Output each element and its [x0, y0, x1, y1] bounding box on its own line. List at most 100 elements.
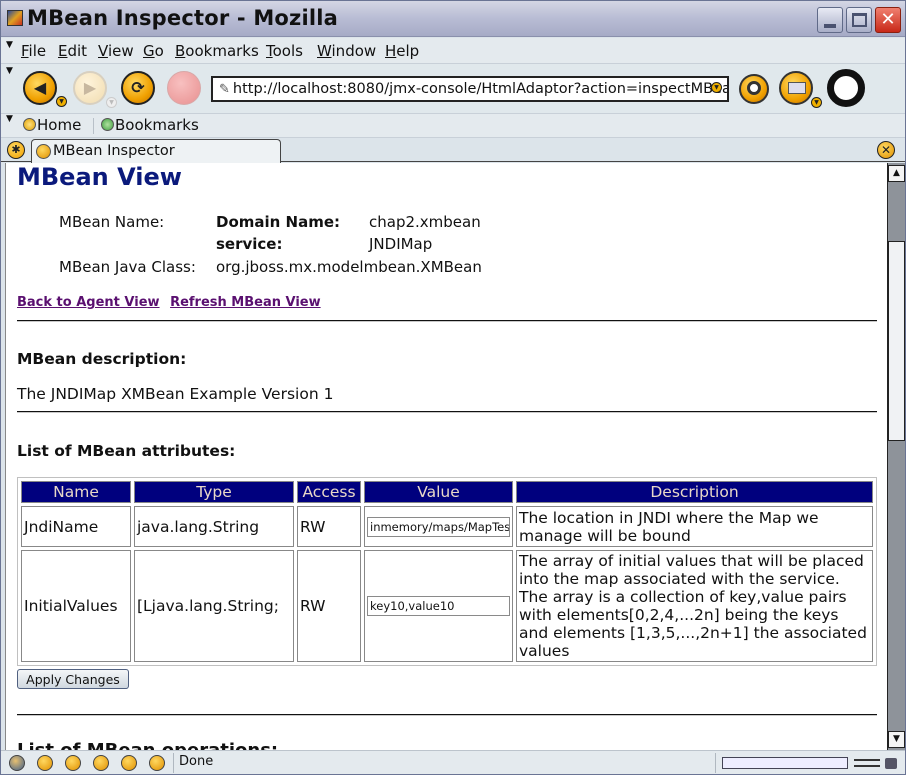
page-proxy-icon: ✎ [219, 82, 230, 97]
menu-go[interactable]: Go [143, 42, 164, 60]
toolbar-grip-icon[interactable]: ▼ [6, 66, 13, 76]
maximize-icon [852, 13, 867, 27]
toolbar-grip-icon[interactable]: ▼ [6, 40, 13, 50]
navigation-toolbar: ▼ ◀ ▼ ▶ ▼ ⟳ ✎ http://localhost:8080/jmx-c… [1, 64, 905, 114]
menu-help[interactable]: Help [385, 42, 419, 60]
menu-view[interactable]: View [98, 42, 134, 60]
throbber-icon[interactable] [827, 69, 865, 107]
close-tab-icon: ✕ [880, 143, 892, 157]
description-heading: MBean description: [17, 350, 187, 368]
menu-window[interactable]: Window [317, 42, 376, 60]
jndiname-value-input[interactable] [367, 516, 510, 537]
personal-toolbar: ▼ Home Bookmarks [1, 114, 905, 138]
composer-icon[interactable] [65, 755, 81, 771]
scroll-up-button[interactable]: ▲ [888, 165, 905, 182]
tab-mbean-inspector[interactable]: MBean Inspector [31, 139, 281, 163]
print-dropdown[interactable]: ▼ [811, 97, 822, 108]
printer-icon [788, 82, 806, 94]
url-input[interactable]: ✎ http://localhost:8080/jmx-console/HtmlA… [211, 76, 729, 102]
attr-type: [Ljava.lang.String; [134, 550, 294, 662]
close-window-button[interactable]: ✕ [875, 7, 901, 33]
back-to-agent-view-link[interactable]: Back to Agent View [17, 295, 160, 310]
bookmarks-button[interactable]: Bookmarks [101, 116, 199, 134]
menu-accel: W [317, 42, 332, 60]
domain-name-value: chap2.xmbean [369, 213, 481, 231]
column-header-value: Value [364, 481, 513, 503]
tab-bar: ✱ MBean Inspector ✕ [1, 138, 905, 163]
table-header-row: Name Type Access Value Description [21, 481, 873, 503]
menu-label: dit [67, 42, 88, 60]
menu-accel: F [21, 42, 29, 60]
apply-changes-button[interactable]: Apply Changes [17, 669, 129, 689]
menu-label: ools [272, 42, 303, 60]
scrollbar-thumb[interactable] [888, 241, 905, 441]
url-text: http://localhost:8080/jmx-console/HtmlAd… [232, 81, 729, 97]
title-bar[interactable]: MBean Inspector - Mozilla ✕ [1, 1, 905, 37]
view-links: Back to Agent View Refresh MBean View [17, 295, 327, 310]
toolbar-grip-icon[interactable]: ▼ [6, 114, 13, 124]
back-button[interactable]: ◀ [23, 71, 57, 105]
reload-button[interactable]: ⟳ [121, 71, 155, 105]
attributes-heading: List of MBean attributes: [17, 442, 236, 460]
toolbar-separator [93, 118, 94, 134]
security-lock-icon[interactable] [885, 758, 897, 769]
bookmarks-label: Bookmarks [115, 116, 199, 134]
back-history-dropdown[interactable]: ▼ [56, 96, 67, 107]
menu-edit[interactable]: Edit [58, 42, 87, 60]
home-label: Home [37, 116, 82, 134]
menu-file[interactable]: File [21, 42, 46, 60]
url-history-dropdown[interactable]: ▼ [711, 82, 722, 93]
menu-tools[interactable]: Tools [266, 42, 303, 60]
divider [17, 320, 877, 322]
operations-heading: List of MBean operations: [17, 740, 278, 750]
menu-label: iew [107, 42, 134, 60]
menu-bookmarks[interactable]: Bookmarks [175, 42, 259, 60]
mbean-name-label: MBean Name: [59, 213, 165, 231]
menu-label: elp [396, 42, 420, 60]
attr-value-cell [364, 550, 513, 662]
calendar-icon[interactable] [121, 755, 137, 771]
stop-button[interactable] [167, 71, 201, 105]
table-row: InitialValues [Ljava.lang.String; RW The… [21, 550, 873, 662]
initialvalues-value-input[interactable] [367, 596, 510, 616]
forward-history-dropdown[interactable]: ▼ [106, 97, 117, 108]
home-button[interactable]: Home [23, 116, 81, 134]
close-tab-button[interactable]: ✕ [877, 141, 895, 159]
java-class-label: MBean Java Class: [59, 258, 196, 276]
menu-bar: ▼ File Edit View Go Bookmarks Tools Wind… [1, 38, 905, 64]
attr-access: RW [297, 550, 361, 662]
vertical-scrollbar[interactable]: ▲ ▼ [887, 163, 905, 750]
domain-name-label: Domain Name: [216, 213, 341, 231]
menu-label: ookmarks [185, 42, 259, 60]
print-button[interactable] [779, 71, 813, 105]
scroll-down-button[interactable]: ▼ [888, 731, 905, 748]
new-tab-icon: ✱ [11, 143, 21, 156]
chat-icon[interactable] [149, 755, 165, 771]
minimize-button[interactable] [817, 7, 843, 33]
mail-icon[interactable] [37, 755, 53, 771]
column-header-type: Type [134, 481, 294, 503]
service-value: JNDIMap [369, 235, 433, 253]
refresh-mbean-view-link[interactable]: Refresh MBean View [170, 295, 321, 310]
attr-description: The location in JNDI where the Map we ma… [516, 506, 873, 547]
page-title: MBean View [17, 163, 182, 191]
attr-description: The array of initial values that will be… [516, 550, 873, 662]
window-title: MBean Inspector - Mozilla [27, 6, 339, 30]
maximize-button[interactable] [846, 7, 872, 33]
search-button[interactable] [739, 74, 769, 104]
menu-accel: H [385, 42, 397, 60]
column-header-access: Access [297, 481, 361, 503]
new-tab-button[interactable]: ✱ [7, 141, 25, 159]
forward-button[interactable]: ▶ [73, 71, 107, 105]
navigator-icon[interactable] [9, 755, 25, 771]
status-separator [715, 753, 716, 773]
menu-accel: G [143, 42, 155, 60]
address-book-icon[interactable] [93, 755, 109, 771]
java-class-value: org.jboss.mx.modelmbean.XMBean [216, 258, 482, 276]
online-status-icon[interactable] [854, 759, 880, 767]
attr-access: RW [297, 506, 361, 547]
tab-favicon-icon [36, 144, 51, 159]
attr-value-cell [364, 506, 513, 547]
status-separator [173, 753, 174, 773]
page-content: MBean View MBean Name: Domain Name: chap… [5, 163, 887, 750]
